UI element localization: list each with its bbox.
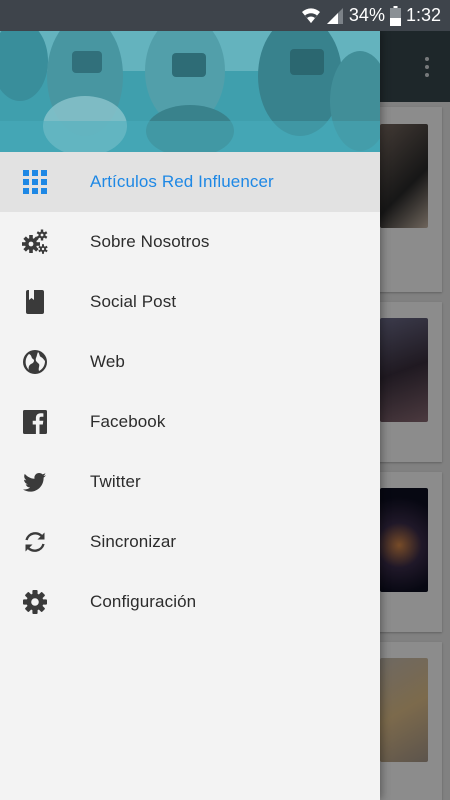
menu-item-label: Artículos Red Influencer <box>90 172 274 191</box>
menu-item-facebook[interactable]: Facebook <box>0 392 380 452</box>
twitter-icon <box>22 469 48 495</box>
status-indicators: 34% 1:32 <box>301 0 441 31</box>
bookmark-book-icon <box>22 289 48 315</box>
navigation-drawer: Artículos Red Influencer Sobre Nosotros … <box>0 31 380 800</box>
signal-icon <box>326 7 344 25</box>
globe-icon <box>22 349 48 375</box>
sync-icon <box>22 529 48 555</box>
menu-item-label: Social Post <box>90 292 177 311</box>
menu-item-label: Configuración <box>90 592 197 611</box>
menu-item-label: Sobre Nosotros <box>90 232 210 251</box>
clock: 1:32 <box>405 5 441 25</box>
battery-percent: 34% <box>348 5 385 25</box>
status-bar: 34% 1:32 <box>0 0 450 31</box>
wifi-icon <box>301 7 321 25</box>
grid-icon <box>22 169 48 195</box>
settings-gear-icon <box>22 589 48 615</box>
menu-item-web[interactable]: Web <box>0 332 380 392</box>
facebook-icon <box>22 409 48 435</box>
drawer-header-image <box>0 31 380 152</box>
menu-item-sincronizar[interactable]: Sincronizar <box>0 512 380 572</box>
menu-item-label: Web <box>90 352 125 371</box>
battery-icon <box>389 5 401 26</box>
menu-item-articulos[interactable]: Artículos Red Influencer <box>0 152 380 212</box>
menu-item-label: Sincronizar <box>90 532 177 551</box>
menu-item-twitter[interactable]: Twitter <box>0 452 380 512</box>
menu-item-sobre-nosotros[interactable]: Sobre Nosotros <box>0 212 380 272</box>
menu-item-social-post[interactable]: Social Post <box>0 272 380 332</box>
menu-item-configuracion[interactable]: Configuración <box>0 572 380 632</box>
menu-item-label: Twitter <box>90 472 141 491</box>
menu-item-label: Facebook <box>90 412 166 431</box>
drawer-menu: Artículos Red Influencer Sobre Nosotros … <box>0 152 380 632</box>
gears-icon <box>22 229 48 255</box>
